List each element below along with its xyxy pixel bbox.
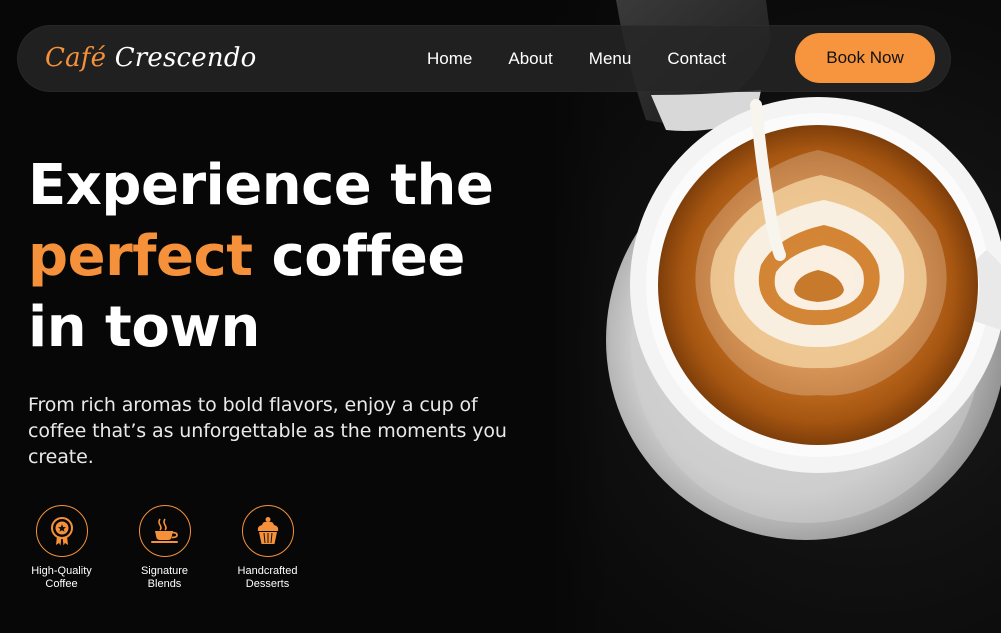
hero-subtext: From rich aromas to bold flavors, enjoy …: [28, 394, 507, 468]
nav-link-home[interactable]: Home: [427, 49, 472, 69]
feature-item-blends: Signature Blends: [127, 505, 202, 591]
feature-list: High-Quality Coffee Signature Blends Han…: [24, 505, 333, 591]
award-badge-icon: [50, 517, 73, 546]
nav-link-about[interactable]: About: [508, 49, 552, 69]
headline-line-2-rest: coffee: [271, 224, 466, 289]
coffee-cup-icon: [150, 518, 178, 543]
headline-line-3: in town: [28, 295, 260, 360]
feature-label-line-2: Desserts: [245, 578, 290, 590]
headline-accent-word: perfect: [28, 224, 253, 289]
feature-icon-circle: [138, 505, 191, 557]
feature-label: Signature Blends: [120, 565, 210, 591]
hero-headline: Experience the perfect coffee in town: [28, 150, 548, 363]
feature-icon-circle: [241, 505, 294, 557]
brand-name-text: Crescendo: [114, 43, 257, 73]
feature-item-quality: High-Quality Coffee: [24, 505, 99, 591]
nav-link-contact[interactable]: Contact: [667, 49, 726, 69]
hero-image: [556, 0, 1001, 633]
feature-label-line-1: High-Quality: [31, 565, 92, 577]
feature-icon-circle: [35, 505, 88, 557]
feature-label-line-2: Coffee: [45, 578, 78, 590]
nav-links: Home About Menu Contact: [427, 25, 726, 92]
feature-label-line-1: Signature: [140, 565, 189, 577]
brand-logo[interactable]: Café Crescendo: [45, 40, 257, 76]
feature-label: Handcrafted Desserts: [223, 565, 313, 591]
feature-label-line-2: Blends: [147, 578, 182, 590]
brand-accent-text: Café: [45, 43, 107, 73]
feature-label: High-Quality Coffee: [17, 565, 107, 591]
cupcake-icon: [257, 517, 278, 544]
latte-art-cup-icon: [606, 0, 1001, 540]
navbar: Café Crescendo Home About Menu Contact B…: [17, 25, 951, 92]
landing-page: Café Crescendo Home About Menu Contact B…: [0, 0, 1001, 633]
headline-line-1: Experience the: [28, 153, 494, 218]
feature-label-line-1: Handcrafted: [237, 565, 298, 577]
book-now-button[interactable]: Book Now: [795, 33, 935, 83]
feature-item-desserts: Handcrafted Desserts: [230, 505, 305, 591]
nav-link-menu[interactable]: Menu: [589, 49, 632, 69]
